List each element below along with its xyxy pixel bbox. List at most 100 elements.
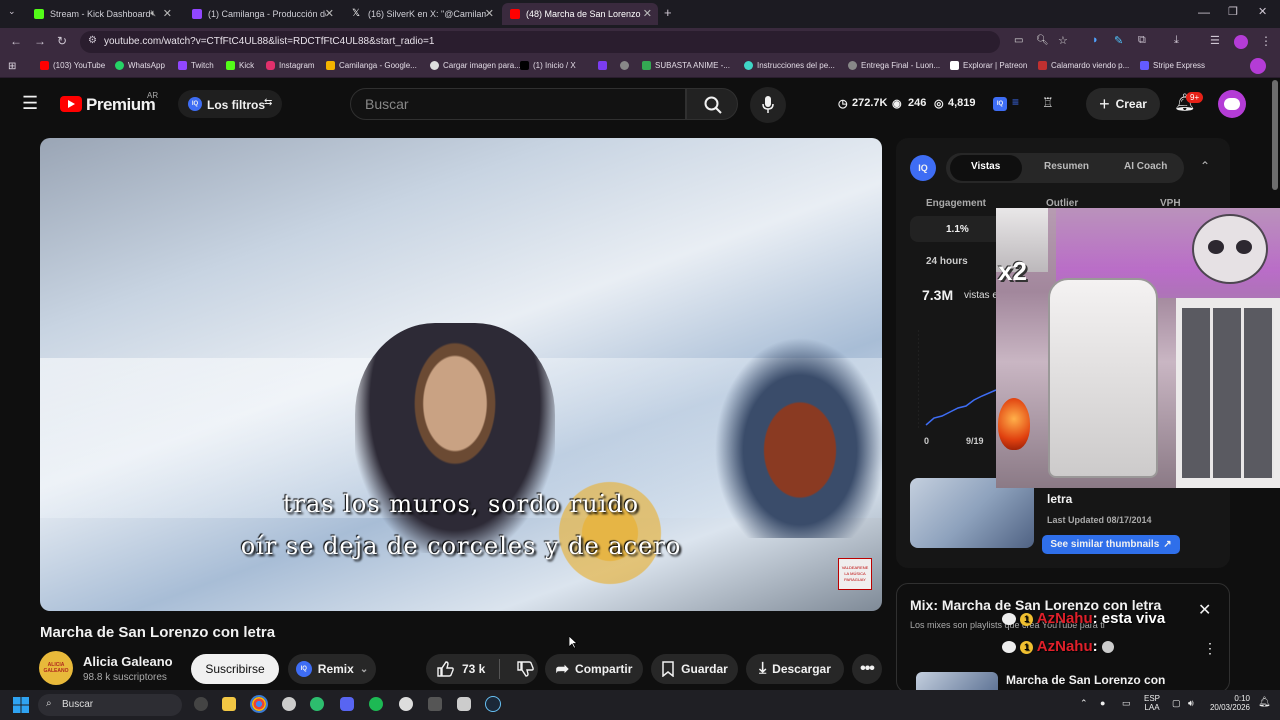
notification-center-icon[interactable]: 🔔︎ — [1258, 698, 1271, 708]
mute-icon[interactable]: 🔇︎ — [150, 8, 156, 19]
remix-button[interactable]: IQ Remix ⌄ — [288, 654, 376, 684]
mix-item-thumbnail[interactable] — [916, 672, 998, 692]
close-icon[interactable]: ✕ — [1198, 600, 1211, 620]
taskbar-search[interactable]: ⌕ Buscar — [38, 694, 182, 716]
channel-watermark[interactable]: VALDEARENE LA MÚSICA PARAGUAY — [838, 558, 872, 590]
close-tab-icon[interactable]: ✕ — [643, 7, 652, 20]
tab-kick-dashboard[interactable]: Stream - Kick Dashboard 🔇︎ ✕ — [26, 3, 178, 25]
see-similar-thumbnails-button[interactable]: See similar thumbnails ↗ — [1042, 535, 1180, 554]
trophy-icon[interactable]: ♖ — [1042, 95, 1054, 111]
mix-item-title[interactable]: Marcha de San Lorenzo con — [1006, 673, 1165, 687]
period-selector[interactable]: 24 hours — [926, 256, 968, 267]
search-input[interactable]: Buscar — [350, 88, 686, 120]
downloads-icon[interactable]: ⤓ — [1174, 34, 1179, 47]
bookmark-stripe[interactable]: Stripe Express — [1140, 61, 1205, 70]
install-app-icon[interactable]: ▭ — [1014, 35, 1023, 46]
discord-icon[interactable] — [340, 697, 354, 711]
minimize-icon[interactable]: — — [1198, 5, 1210, 19]
account-avatar[interactable] — [1218, 90, 1246, 118]
back-icon[interactable]: ← — [10, 34, 22, 48]
app-icon[interactable] — [428, 697, 442, 711]
youtube-logo-icon[interactable] — [60, 96, 82, 112]
close-tab-icon[interactable]: ✕ — [485, 7, 494, 20]
app-green-icon[interactable] — [310, 697, 324, 711]
save-button[interactable]: Guardar — [651, 654, 738, 684]
collapse-chevron-icon[interactable]: ⌃ — [1200, 159, 1210, 173]
bookmark-subasta[interactable]: SUBASTA ANIME -... — [642, 61, 730, 70]
search-button[interactable] — [686, 88, 738, 120]
share-button[interactable]: ➦ Compartir — [545, 654, 643, 684]
bookmark-camilanga[interactable]: Camilanga - Google... — [326, 61, 417, 70]
settings-icon[interactable] — [282, 697, 296, 711]
tab-list-chevron-icon[interactable]: ⌄ — [8, 6, 16, 17]
bookmark-instrucciones[interactable]: Instrucciones del pe... — [744, 61, 835, 70]
channel-avatar[interactable]: ALICIA GALEANO — [39, 651, 73, 685]
windows-start-icon[interactable] — [13, 697, 29, 713]
download-button[interactable]: ⤓ Descargar — [746, 654, 844, 684]
voice-search-button[interactable] — [750, 87, 786, 123]
tab-vistas[interactable]: Vistas — [971, 161, 1000, 172]
window-close-icon[interactable]: ✕ — [1258, 5, 1267, 18]
subscribe-button[interactable]: Suscribirse — [191, 654, 279, 684]
close-tab-icon[interactable]: ✕ — [325, 7, 334, 20]
apps-grid-icon[interactable]: ⊞ — [8, 61, 16, 72]
bookmark-instagram[interactable]: Instagram — [266, 61, 315, 70]
profile-avatar-icon[interactable] — [1234, 35, 1248, 49]
extensions-puzzle-icon[interactable]: ⧉ — [1138, 34, 1146, 47]
bookmark-whatsapp[interactable]: WhatsApp — [115, 61, 165, 70]
obs-icon[interactable] — [399, 697, 413, 711]
browser-menu-icon[interactable]: ⋮ — [1260, 34, 1272, 48]
reload-icon[interactable]: ↻ — [57, 34, 67, 48]
tab-camilanga[interactable]: (1) Camilanga - Producción de ✕ — [184, 3, 340, 25]
chrome-icon[interactable] — [250, 695, 268, 713]
clock[interactable]: 0:10 20/03/2026 — [1208, 694, 1250, 712]
language-indicator[interactable]: ESP LAA — [1144, 694, 1160, 712]
bookmark-globe[interactable] — [620, 61, 633, 70]
channel-name[interactable]: Alicia Galeano — [83, 654, 173, 669]
tab-silverk-x[interactable]: 𝕏 (16) SilverK en X: "@Camilama ✕ — [344, 3, 500, 25]
volume-icon[interactable]: 🔊︎ — [1188, 699, 1194, 708]
address-bar[interactable]: ⚙ youtube.com/watch?v=CTfFtC4UL88&list=R… — [80, 31, 1068, 53]
bookmark-entrega-final[interactable]: Entrega Final - Luon... — [848, 61, 940, 70]
panda-extension-icon[interactable] — [1250, 58, 1266, 74]
extension-2-icon[interactable]: ✎ — [1114, 34, 1123, 47]
network-icon[interactable]: ▢ — [1172, 699, 1181, 708]
tab-resumen[interactable]: Resumen — [1044, 161, 1089, 172]
taskbar-app-icon[interactable] — [194, 697, 208, 711]
menu-hamburger-icon[interactable]: ☰ — [22, 93, 38, 114]
more-actions-button[interactable]: ••• — [852, 654, 882, 684]
extension-1-icon[interactable]: ◗ — [1092, 34, 1099, 46]
video-thumbnail[interactable] — [910, 478, 1034, 548]
bookmark-star-icon[interactable]: ☆ — [1058, 34, 1068, 47]
forward-icon[interactable]: → — [34, 34, 46, 48]
tab-marcha-san-lorenzo[interactable]: (48) Marcha de San Lorenzo co ✕ — [502, 3, 658, 25]
spotify-icon[interactable] — [369, 697, 383, 711]
close-tab-icon[interactable]: ✕ — [163, 7, 172, 20]
youtube-premium-logo[interactable]: Premium — [86, 95, 156, 115]
create-button[interactable]: + Crear — [1086, 88, 1160, 120]
page-scrollbar[interactable] — [1272, 80, 1278, 190]
tab-ai-coach[interactable]: AI Coach — [1124, 161, 1167, 172]
tray-chevron-icon[interactable]: ⌃ — [1080, 699, 1088, 708]
microphone-tray-icon[interactable]: ● — [1100, 699, 1105, 708]
tab-search-icon[interactable]: ☰ — [1210, 34, 1220, 47]
vidiq-logo[interactable]: IQ — [910, 155, 936, 181]
bookmark-youtube[interactable]: (103) YouTube — [40, 61, 105, 70]
thumbs-down-icon[interactable] — [516, 660, 535, 678]
app-cat-icon[interactable] — [457, 697, 471, 711]
mix-more-icon[interactable]: ⋮ — [1203, 640, 1217, 657]
iq-extension-icon[interactable]: IQ — [993, 97, 1007, 111]
bookmark-twitch[interactable]: Twitch — [178, 61, 214, 70]
bookmark-kick[interactable]: Kick — [226, 61, 254, 70]
site-info-icon[interactable]: ⚙ — [88, 35, 97, 46]
new-tab-icon[interactable]: + — [664, 5, 672, 20]
steam-icon[interactable] — [485, 696, 501, 712]
bookmark-patreon[interactable]: Explorar | Patreon — [950, 61, 1027, 70]
zoom-icon[interactable]: 🔍︎ — [1036, 35, 1049, 46]
like-button[interactable]: 73 k — [436, 660, 485, 678]
bookmark-purple[interactable] — [598, 61, 611, 70]
bookmark-calamardo[interactable]: Calamardo viendo p... — [1038, 61, 1129, 70]
bookmark-cargar-imagen[interactable]: Cargar imagen para... — [430, 61, 521, 70]
bookmark-x-inicio[interactable]: (1) Inicio / X — [520, 61, 576, 70]
keyboard-tray-icon[interactable]: ▭ — [1122, 699, 1131, 708]
